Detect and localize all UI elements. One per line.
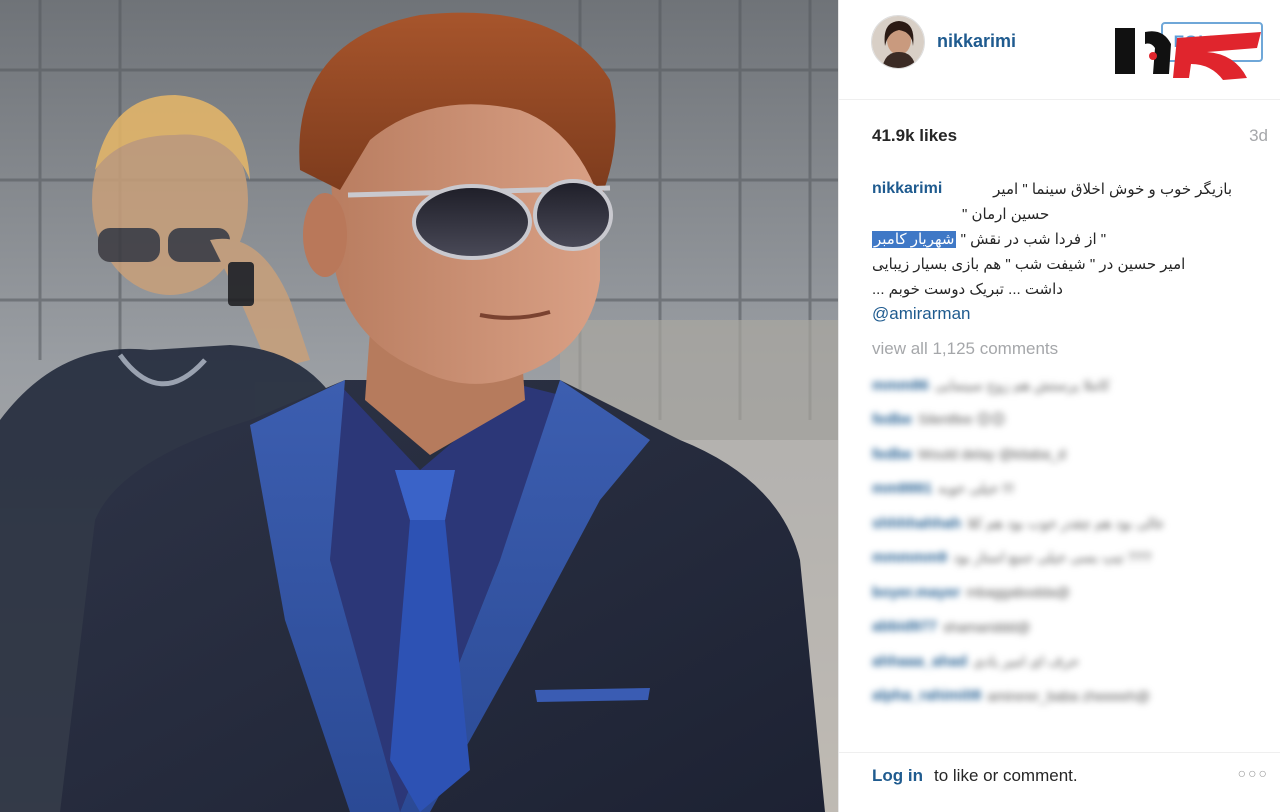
ellipsis-icon[interactable]: ○○○ xyxy=(1238,765,1269,781)
comment-text: @amirerer_baba zheeeeh xyxy=(987,687,1151,704)
comment-username[interactable]: fedbe xyxy=(872,446,912,463)
comment-text: عالی بود هم چقدر خوب بود هم کلا xyxy=(967,514,1166,531)
comment-username[interactable]: mmmmm9 xyxy=(872,549,947,566)
comment-row: ahhaaa_ahad حرف ای امیر یادی xyxy=(872,644,1242,679)
comment-text: !!! خیلی خوبه xyxy=(938,480,1014,497)
comment-text: کاملا پرستش هم زوج سینمایی xyxy=(934,376,1110,393)
post-header: nikkarimi FOLLOW xyxy=(839,0,1280,100)
mention-link[interactable]: @amirarman xyxy=(872,304,971,324)
comment-username[interactable]: mm9991 xyxy=(872,480,932,497)
caption-line: بازیگر خوب و خوش اخلاق سینما " امیر xyxy=(993,181,1232,198)
comment-text: حرف ای امیر یادی xyxy=(973,652,1080,669)
comment-username[interactable]: mmm86 xyxy=(872,377,929,394)
comment-text: @shamariddd xyxy=(943,618,1031,635)
post-age: 3d xyxy=(1249,126,1268,145)
likes-count[interactable]: 41.9k likes xyxy=(872,126,957,146)
comment-username[interactable]: boyer.mayer xyxy=(872,584,960,601)
login-link[interactable]: Log in xyxy=(872,766,923,786)
photo-illustration xyxy=(0,0,838,812)
comment-row: mmmmm9 ??? تیپ بسی خیلی جمع استار بود xyxy=(872,541,1242,576)
comments-list: mmm86 کاملا پرستش هم زوج سینمایی fedbe 😊😊 S… xyxy=(872,368,1242,713)
post-photo xyxy=(0,0,838,812)
comment-row: alpha_rahimi08 @amirerer_baba zheeeeh xyxy=(872,679,1242,714)
comment-text: 😊😊 Silentfee xyxy=(918,411,1006,428)
comment-text: Would delay @kitaba_d xyxy=(918,446,1066,463)
comment-row: shhhhahhah عالی بود هم چقدر خوب بود هم کل… xyxy=(872,506,1242,541)
caption-line: داشت ... تبریک دوست خوبم ... xyxy=(872,281,1063,298)
comment-row: abbid977 @shamariddd xyxy=(872,610,1242,645)
view-all-comments-link[interactable]: view all 1,125 comments xyxy=(872,339,1058,359)
comment-username[interactable]: fedbe xyxy=(872,411,912,428)
caption-line: حسین ارمان " xyxy=(962,206,1050,223)
comment-username[interactable]: shhhhahhah xyxy=(872,515,961,532)
comment-row: mmm86 کاملا پرستش هم زوج سینمایی xyxy=(872,368,1242,403)
comment-row: fedbe 😊😊 Silentfee xyxy=(872,403,1242,438)
post-details-panel: nikkarimi FOLLOW 41.9k likes 3d nikkarim… xyxy=(838,0,1280,812)
comment-row: fedbe Would delay @kitaba_d xyxy=(872,437,1242,472)
caption-line: امیر حسین در " شیفت شب " هم بازی بسیار ز… xyxy=(872,256,1186,273)
watermark-logo xyxy=(1111,24,1266,86)
comment-text: ??? تیپ بسی خیلی جمع استار بود xyxy=(953,549,1152,566)
comment-row: boyer.mayer @mbaggabodda xyxy=(872,575,1242,610)
post-footer: Log in to like or comment. ○○○ xyxy=(839,752,1280,812)
comment-text: @mbaggabodda xyxy=(966,584,1071,601)
login-prompt-text: to like or comment. xyxy=(934,766,1078,785)
comment-username[interactable]: abbid977 xyxy=(872,618,937,635)
caption-line: شهریار کامبر " از فردا شب در نقش " xyxy=(872,231,1107,248)
comment-username[interactable]: alpha_rahimi08 xyxy=(872,687,981,704)
user-avatar[interactable] xyxy=(871,15,925,69)
comment-row: mm9991 !!! خیلی خوبه xyxy=(872,472,1242,507)
username-link[interactable]: nikkarimi xyxy=(937,31,1016,52)
caption-highlight: شهریار کامبر xyxy=(872,231,957,248)
comment-username[interactable]: ahhaaa_ahad xyxy=(872,653,967,670)
